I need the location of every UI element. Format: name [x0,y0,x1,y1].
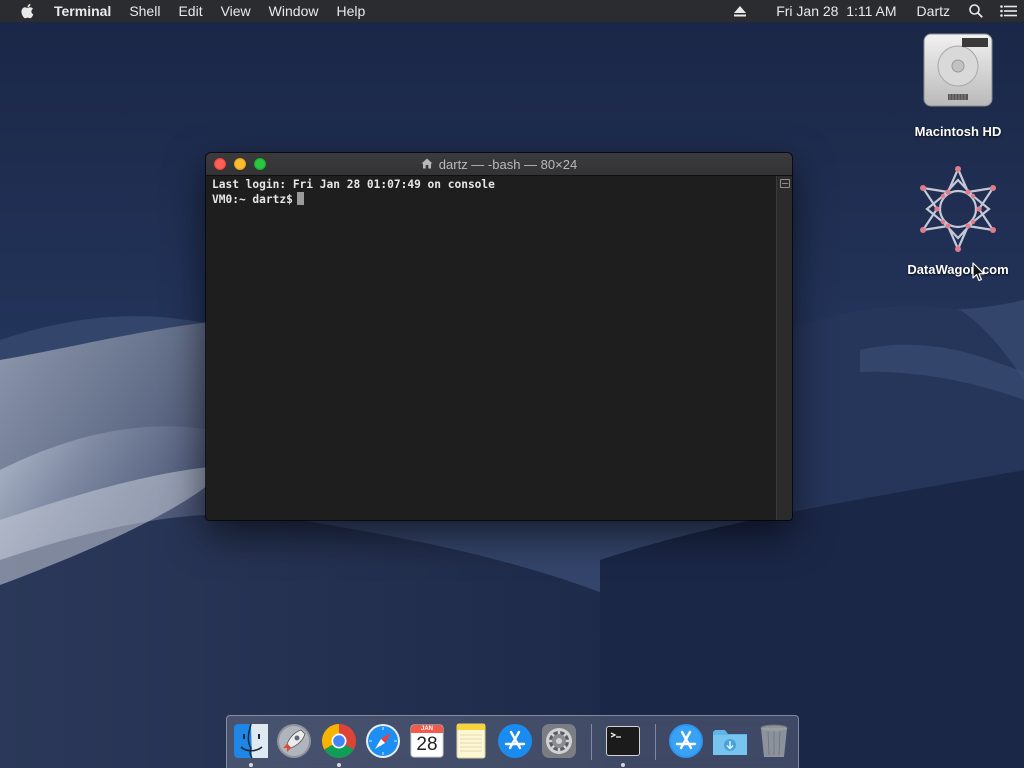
terminal-prompt-line: VM0:~ dartz$ [212,192,770,207]
chrome-icon[interactable] [320,722,358,760]
window-title: dartz — -bash — 80×24 [438,157,578,172]
menu-window[interactable]: Window [260,0,328,22]
desktop-icon-label: Macintosh HD [914,124,1002,139]
launchpad-icon[interactable] [275,722,313,760]
calendar-icon[interactable]: JAN 28 [408,722,446,760]
notes-icon[interactable] [452,722,490,760]
home-folder-icon [421,157,433,172]
menu-view[interactable]: View [212,0,260,22]
downloads-folder-icon[interactable] [711,722,749,760]
menu-app-terminal[interactable]: Terminal [54,0,120,22]
running-indicator [249,763,253,767]
spotlight-search-icon[interactable] [960,0,992,22]
menu-help[interactable]: Help [327,0,374,22]
hard-drive-icon [918,30,998,112]
text-cursor [296,192,304,205]
calendar-day: 28 [416,734,438,755]
applications-folder-icon[interactable] [667,722,705,760]
finder-icon[interactable] [232,722,270,760]
eject-icon[interactable] [724,0,756,22]
terminal-window[interactable]: dartz — -bash — 80×24 Last login: Fri Ja… [206,153,792,520]
mouse-pointer-icon [972,262,985,282]
terminal-line: Last login: Fri Jan 28 01:07:49 on conso… [212,178,495,191]
menu-edit[interactable]: Edit [169,0,211,22]
menu-user-name[interactable]: Dartz [907,0,960,22]
split-pane-icon[interactable] [780,179,790,188]
desktop-icon-datawagon[interactable]: DataWagon.com [898,166,1018,277]
terminal-scrollbar[interactable] [776,176,792,520]
notification-center-icon[interactable] [992,0,1024,22]
apple-menu-icon[interactable] [0,0,54,22]
star-logo-icon [913,166,1003,252]
terminal-output[interactable]: Last login: Fri Jan 28 01:07:49 on conso… [206,176,776,520]
running-indicator [337,763,341,767]
desktop-icon-label: DataWagon.com [907,262,1009,277]
system-preferences-icon[interactable] [540,722,578,760]
app-store-icon[interactable] [496,722,534,760]
calendar-month: JAN [420,726,433,732]
terminal-prompt: VM0:~ dartz$ [212,193,293,206]
terminal-icon[interactable] [604,722,642,760]
safari-icon[interactable] [364,722,402,760]
dock-separator [591,724,592,760]
menu-shell[interactable]: Shell [120,0,169,22]
menu-clock[interactable]: Fri Jan 28 1:11 AM [756,0,906,22]
window-titlebar[interactable]: dartz — -bash — 80×24 [206,153,792,176]
dock-separator [655,724,656,760]
trash-icon[interactable] [755,722,793,760]
running-indicator [621,763,625,767]
desktop-icon-macintosh-hd[interactable]: Macintosh HD [898,30,1018,139]
dock: JAN 28 [226,715,799,768]
menu-bar: Terminal Shell Edit View Window Help Fri… [0,0,1024,22]
